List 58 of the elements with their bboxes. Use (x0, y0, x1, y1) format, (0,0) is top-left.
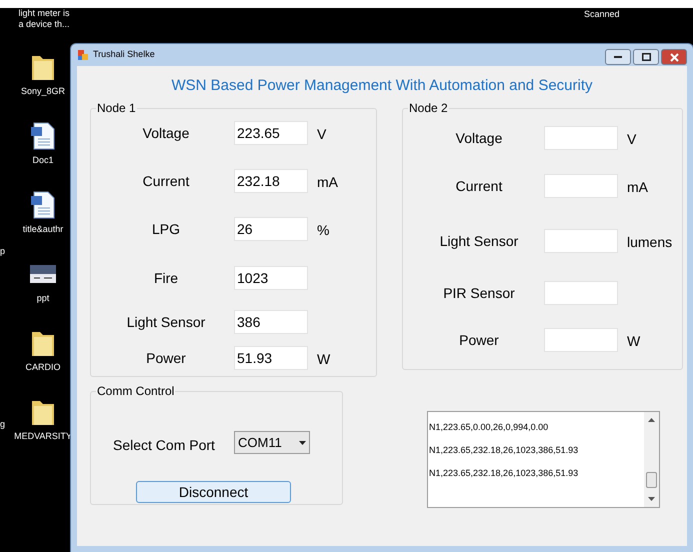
input-field[interactable]: 51.93 (234, 346, 308, 370)
desktop-icon-label[interactable]: title&authr (22, 224, 64, 235)
input-field[interactable]: 386 (234, 310, 308, 334)
input-field[interactable]: 1023 (234, 266, 308, 290)
unit-label: V (317, 124, 326, 144)
input-field[interactable] (544, 281, 618, 305)
text-fragment: g (0, 418, 6, 431)
unit-label: W (317, 350, 330, 368)
desktop-icon-label[interactable]: CARDIO (25, 362, 60, 373)
unit-label: mA (627, 178, 648, 196)
field-label: Voltage (454, 128, 504, 148)
input-field[interactable]: 223.65 (234, 121, 308, 145)
minimize-button[interactable] (605, 49, 631, 65)
input-field[interactable] (544, 328, 618, 352)
field-label: Current (454, 176, 504, 196)
maximize-icon (642, 53, 650, 61)
field-label: PIR Sensor (442, 284, 516, 302)
desktop-icon-label[interactable]: Sony_8GR (20, 86, 66, 97)
text-fragment: p (0, 245, 6, 258)
unit-label: lumens (627, 232, 672, 252)
log-line: N1,223.65,0.00,26,0,994,0.00 (429, 421, 550, 434)
input-field[interactable] (544, 126, 618, 150)
unit-label: mA (317, 172, 338, 192)
close-button[interactable] (661, 49, 687, 65)
app-icon (77, 49, 89, 61)
input-field[interactable]: 232.18 (234, 169, 308, 193)
desktop-icon-label: light meter is a device th... (17, 8, 71, 30)
field-label: Light Sensor (126, 312, 206, 332)
close-icon (670, 52, 678, 62)
field-label: Light Sensor (438, 232, 520, 251)
field-label: Power (458, 330, 500, 350)
log-line: N1,223.65,232.18,26,1023,386,51.93 (429, 444, 580, 457)
window-title: Trushali Shelke (93, 48, 155, 62)
input-field[interactable] (544, 174, 618, 198)
com-port-dropdown[interactable]: COM11 (234, 431, 310, 454)
scroll-thumb[interactable] (646, 472, 657, 488)
scroll-up-icon (648, 418, 655, 422)
input-field[interactable]: 26 (234, 217, 308, 241)
maximize-button[interactable] (633, 49, 659, 65)
field-label: Select Com Port (113, 436, 215, 455)
scroll-down-icon (648, 497, 655, 501)
desktop-icon-label[interactable]: ppt (36, 293, 50, 304)
field-label: LPG (150, 220, 181, 238)
desktop-icon-label[interactable]: Doc1 (32, 155, 54, 166)
unit-label: % (317, 220, 330, 240)
field-label: Fire (152, 268, 180, 288)
minimize-icon (614, 56, 622, 58)
unit-label: V (627, 130, 636, 148)
input-field[interactable] (544, 229, 618, 253)
log-textbox[interactable]: N1,223.65,0.00,26,0,994,0.00 N1,223.65,232.18,26,1023,386,51.93 N1,223.65,232.18,26,1023,386,51.93 (427, 411, 660, 508)
unit-label: W (627, 332, 640, 350)
disconnect-button[interactable]: Disconnect (136, 481, 291, 503)
caret-icon (299, 440, 306, 444)
desktop-icon-label[interactable]: MEDVARSITY (14, 431, 72, 442)
app-heading: WSN Based Power Management With Automation and Security (170, 76, 594, 96)
log-line: N1,223.65,232.18,26,1023,386,51.93 (429, 467, 580, 480)
scrollbar[interactable] (644, 412, 659, 507)
desktop-icon-label: Scanned (584, 8, 620, 21)
